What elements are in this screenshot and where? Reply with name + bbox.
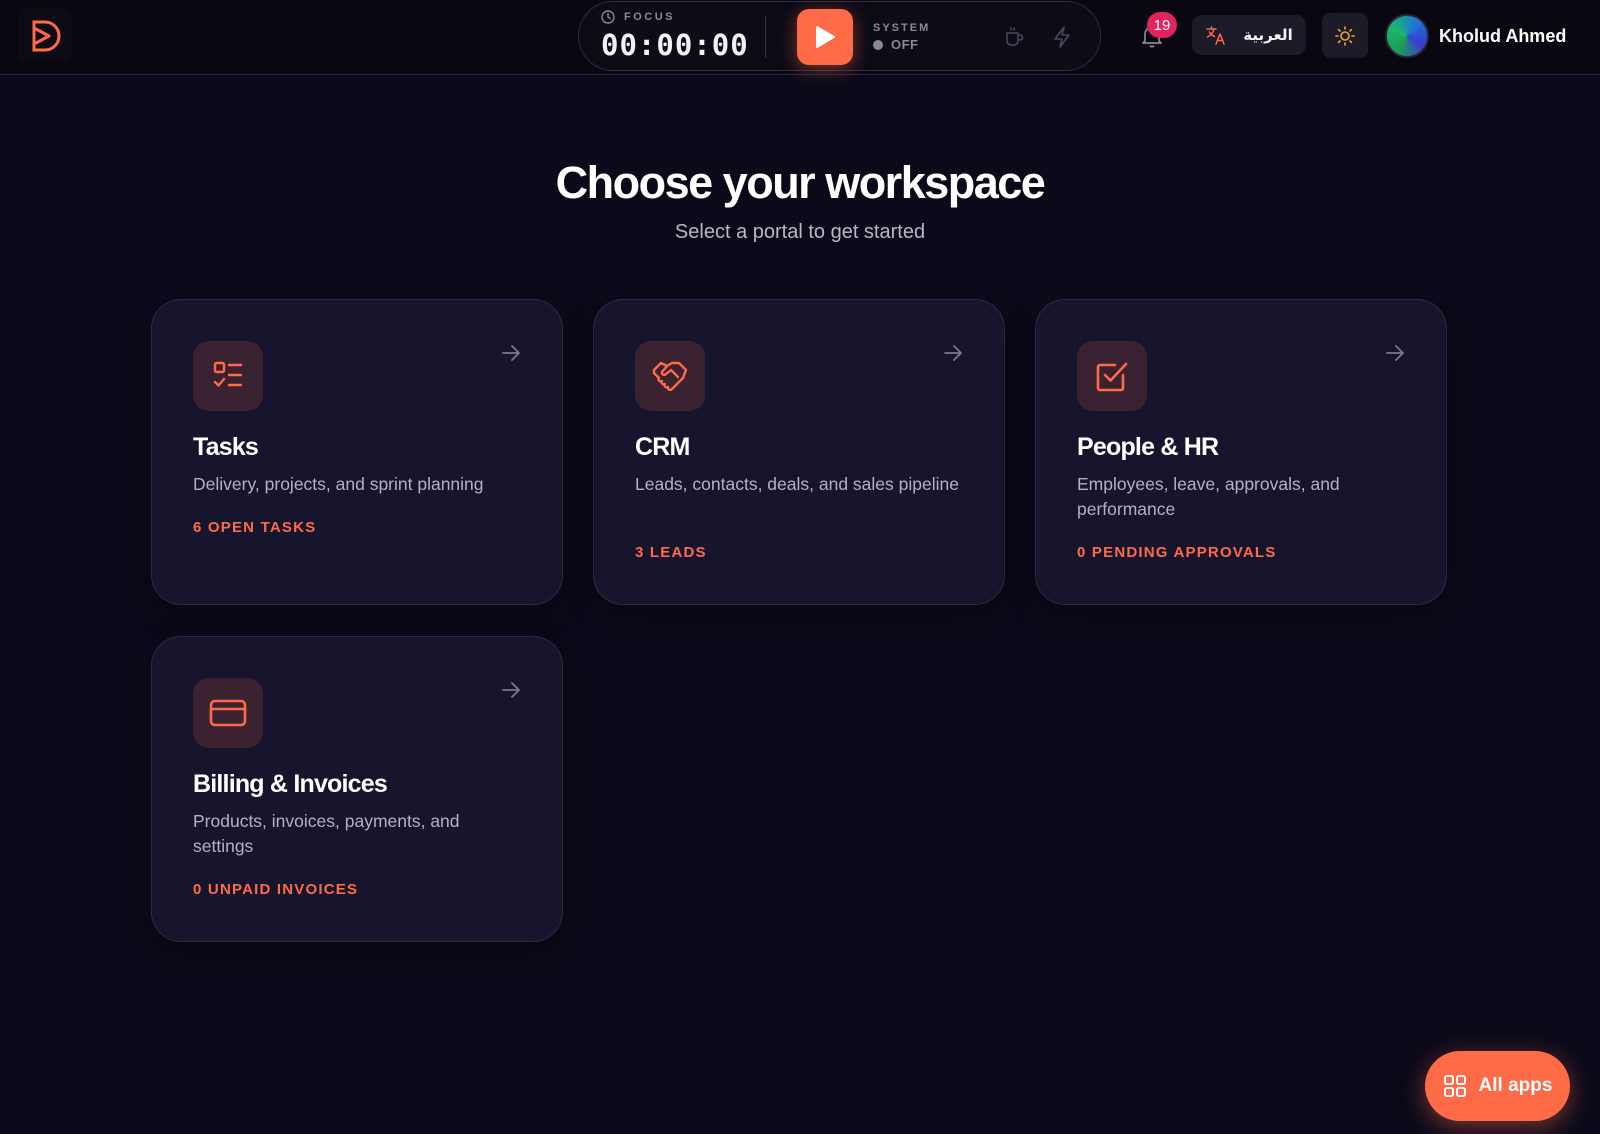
play-button[interactable] (797, 9, 853, 65)
language-switch-button[interactable]: العربية (1192, 15, 1306, 55)
theme-toggle-button[interactable] (1322, 13, 1368, 58)
arrow-right-icon (502, 682, 520, 698)
system-status-text: OFF (891, 37, 919, 52)
card-description: Employees, leave, approvals, and perform… (1077, 474, 1340, 519)
focus-timer: FOCUS 00:00:00 SYSTEM OFF (578, 1, 1101, 71)
card-meta: 0 PENDING APPROVALS (1077, 544, 1277, 561)
brand-d-logo-icon (32, 20, 60, 51)
user-menu[interactable]: Kholud Ahmed (1385, 13, 1566, 59)
card-meta: 3 LEADS (635, 544, 707, 561)
card-icon-box (635, 341, 705, 411)
timer-divider (765, 16, 766, 58)
card-meta: 0 UNPAID INVOICES (193, 881, 359, 898)
translate-icon (1206, 26, 1226, 45)
bolt-icon[interactable] (1051, 25, 1073, 49)
workspace-card-billing[interactable]: Billing & Invoices Products, invoices, p… (151, 636, 563, 942)
workspace-card-tasks[interactable]: Tasks Delivery, projects, and sprint pla… (151, 299, 563, 605)
card-icon-box (193, 341, 263, 411)
focus-label-group: FOCUS (601, 10, 675, 24)
arrow-right-icon (944, 345, 962, 361)
arrow-right-icon (502, 345, 520, 361)
brand-logo[interactable] (18, 9, 71, 62)
sun-icon (1335, 25, 1355, 46)
card-title: Billing & Invoices (193, 770, 388, 798)
page-subtitle: Select a portal to get started (674, 221, 926, 243)
card-description: Leads, contacts, deals, and sales pipeli… (635, 474, 959, 494)
avatar (1385, 14, 1429, 58)
workspace-card-crm[interactable]: CRM Leads, contacts, deals, and sales pi… (593, 299, 1005, 605)
language-label: العربية (1243, 27, 1293, 44)
card-icon-box (1077, 341, 1147, 411)
task-list-icon (213, 361, 243, 387)
system-label: SYSTEM (873, 22, 931, 34)
clock-icon (601, 10, 615, 24)
credit-card-icon (209, 699, 247, 727)
handshake-icon (652, 361, 688, 392)
arrow-right-icon (1386, 345, 1404, 361)
page-title: Choose your workspace (555, 157, 1046, 208)
play-icon (816, 26, 835, 48)
workspace-card-people-hr[interactable]: People & HR Employees, leave, approvals,… (1035, 299, 1447, 605)
checkbox-icon (1096, 362, 1128, 392)
card-description: Delivery, projects, and sprint planning (193, 474, 484, 494)
coffee-cup-icon[interactable] (1003, 26, 1025, 48)
card-description: Products, invoices, payments, and settin… (193, 811, 460, 856)
card-icon-box (193, 678, 263, 748)
focus-timer-value: 00:00:00 (601, 28, 749, 62)
top-bar: FOCUS 00:00:00 SYSTEM OFF 19 العربية Kho… (0, 0, 1600, 75)
card-title: People & HR (1077, 433, 1219, 461)
all-apps-label: All apps (1478, 1075, 1553, 1096)
system-status: OFF (873, 37, 919, 52)
all-apps-button[interactable]: All apps (1425, 1051, 1570, 1121)
user-name: Kholud Ahmed (1439, 25, 1567, 46)
card-title: Tasks (193, 433, 259, 461)
grid-icon (1443, 1075, 1466, 1097)
focus-label: FOCUS (624, 11, 675, 23)
card-title: CRM (635, 433, 690, 461)
notification-badge: 19 (1147, 12, 1177, 38)
card-meta: 6 OPEN TASKS (193, 519, 317, 536)
status-dot (873, 39, 883, 50)
